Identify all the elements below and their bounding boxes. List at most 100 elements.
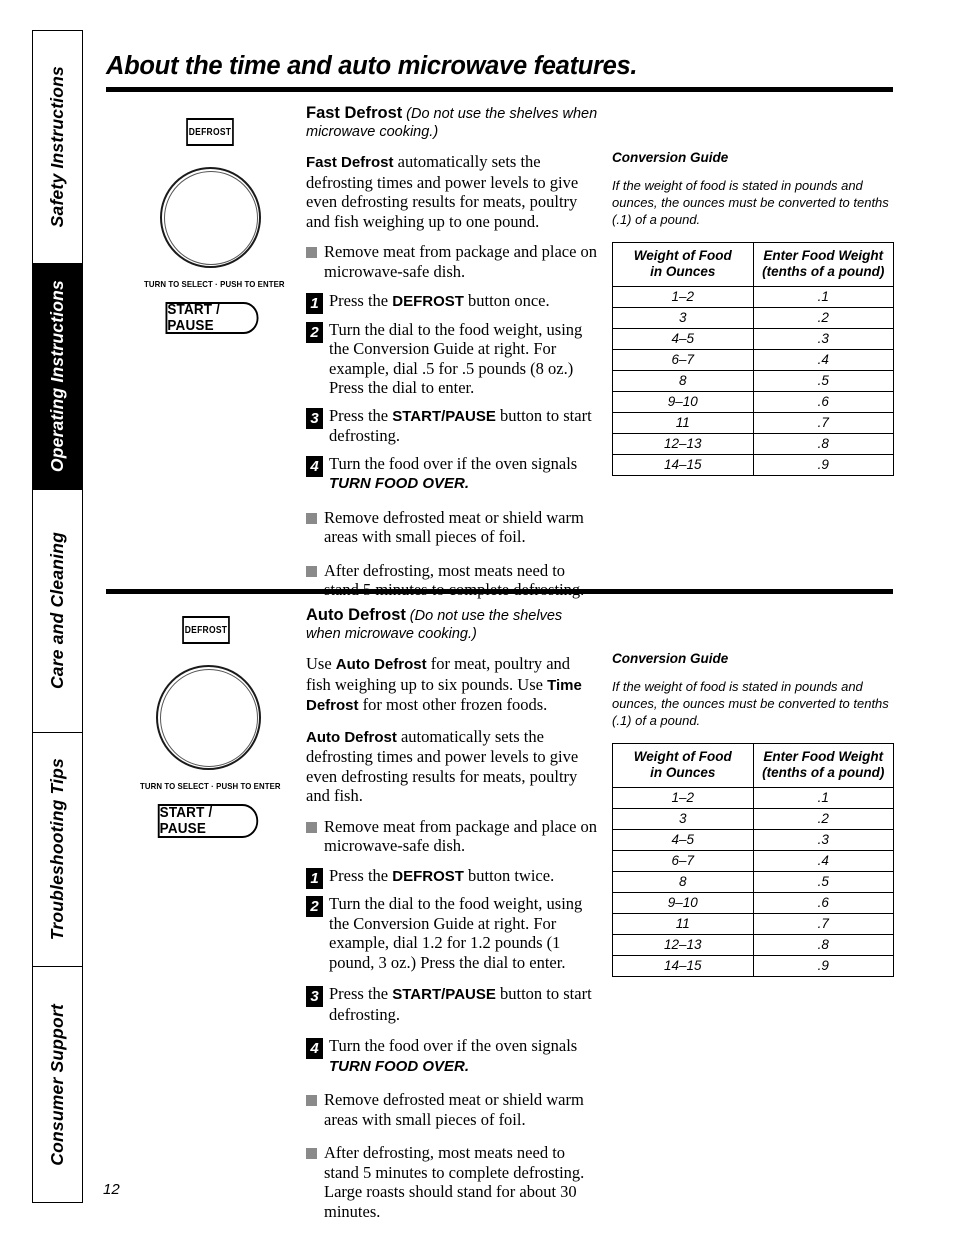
bullet-item: After defrosting, most meats need to sta… xyxy=(306,561,598,600)
cell-enter-weight: .5 xyxy=(752,370,894,392)
table-row: 1–2.1 xyxy=(612,787,894,809)
sidebar-tab-divider xyxy=(33,263,82,264)
selector-dial-inner-ring xyxy=(164,171,258,265)
sidebar-tab-troubleshooting-tips[interactable]: Troubleshooting Tips xyxy=(33,732,82,966)
cell-weight-ounces: 4–5 xyxy=(612,328,754,350)
column-header-line2: in Ounces xyxy=(650,264,716,279)
square-bullet-icon xyxy=(306,565,317,577)
table-row: 8.5 xyxy=(612,370,894,392)
conversion-guide-title: Conversion Guide xyxy=(612,150,729,165)
bullet-text: Remove meat from package and place on mi… xyxy=(324,816,598,856)
step-text-pre: Turn the food over if the oven signals xyxy=(329,1036,578,1055)
sidebar-tab-label: Troubleshooting Tips xyxy=(46,757,67,941)
step-text-post: button twice. xyxy=(463,865,555,885)
step-number-badge: 4 xyxy=(306,1038,323,1059)
cell-weight-ounces: 12–13 xyxy=(612,433,754,455)
square-bullet-icon xyxy=(306,512,317,524)
step-text-emphasis: START/PAUSE xyxy=(392,986,496,1003)
sidebar-tab-operating-instructions[interactable]: Operating Instructions xyxy=(33,263,82,489)
cell-weight-ounces: 3 xyxy=(612,808,754,830)
step-text-emphasis: START/PAUSE xyxy=(392,407,496,425)
column-header-weight-ounces: Weight of Food in Ounces xyxy=(612,242,754,287)
column-header-line1: Weight of Food xyxy=(633,749,732,764)
cell-enter-weight: .8 xyxy=(752,433,894,455)
step-text-pre: Press the xyxy=(329,405,393,425)
bullet-text: Remove defrosted meat or shield warm are… xyxy=(324,1090,584,1129)
sidebar-tab-divider xyxy=(33,966,82,967)
intro-emphasis: Auto Defrost xyxy=(306,728,397,746)
step-item: 4 Turn the food over if the oven signals… xyxy=(306,1036,598,1076)
defrost-button-label: DEFROST xyxy=(188,126,232,138)
step-text-pre: Turn the dial to the food weight, using … xyxy=(329,894,583,972)
page-number: 12 xyxy=(103,1181,120,1198)
step-number-badge: 4 xyxy=(306,455,323,477)
table-row: 3.2 xyxy=(612,808,894,830)
step-text-emphasis: TURN FOOD OVER. xyxy=(329,1057,470,1075)
section-intro-paragraph: Fast Defrost automatically sets the defr… xyxy=(306,152,598,231)
cell-weight-ounces: 9–10 xyxy=(612,391,754,413)
table-row: 4–5.3 xyxy=(612,829,894,851)
conversion-guide-auto-defrost: Conversion Guide If the weight of food i… xyxy=(612,651,897,977)
cell-enter-weight: .2 xyxy=(752,808,894,830)
table-row: 11.7 xyxy=(612,412,894,434)
cell-weight-ounces: 4–5 xyxy=(612,829,754,851)
step-text-emphasis: DEFROST xyxy=(392,293,464,310)
cell-enter-weight: .6 xyxy=(752,391,894,413)
step-number-badge: 1 xyxy=(306,867,323,889)
section-intro-paragraph: Use Auto Defrost for meat, poultry and f… xyxy=(306,654,598,716)
table-header-row: Weight of Food in Ounces Enter Food Weig… xyxy=(612,743,894,788)
cell-enter-weight: .5 xyxy=(752,871,894,893)
cell-enter-weight: .6 xyxy=(752,892,894,914)
column-header-line2: (tenths of a pound) xyxy=(762,264,885,279)
step-item: 1 Press the DEFROST button once. xyxy=(306,291,598,314)
cell-weight-ounces: 14–15 xyxy=(612,454,754,476)
conversion-guide-title: Conversion Guide xyxy=(612,651,729,666)
cell-weight-ounces: 14–15 xyxy=(612,955,754,977)
sidebar-tab-safety-instructions[interactable]: Safety Instructions xyxy=(33,31,82,263)
sidebar-tab-rail: Safety Instructions Operating Instruction… xyxy=(32,30,83,1203)
cell-enter-weight: .3 xyxy=(752,829,894,851)
table-row: 1–2.1 xyxy=(612,286,894,308)
bullet-item: Remove meat from package and place on mi… xyxy=(306,817,598,856)
square-bullet-icon xyxy=(306,247,317,258)
step-item: 1 Press the DEFROST button twice. xyxy=(306,865,598,889)
table-row: 6–7.4 xyxy=(612,349,894,371)
cell-weight-ounces: 1–2 xyxy=(612,286,754,308)
sidebar-tab-label: Operating Instructions xyxy=(46,279,67,473)
sidebar-tab-care-and-cleaning[interactable]: Care and Cleaning xyxy=(33,489,82,732)
intro-emphasis: Fast Defrost xyxy=(306,154,394,171)
section-heading-name: Fast Defrost xyxy=(306,104,403,122)
defrost-button[interactable]: DEFROST xyxy=(182,616,230,644)
start-pause-button-label: START / PAUSE xyxy=(159,805,213,837)
step-text-emphasis: TURN FOOD OVER. xyxy=(329,475,470,492)
cell-weight-ounces: 8 xyxy=(612,871,754,893)
start-pause-button[interactable]: START / PAUSE xyxy=(165,302,259,334)
cell-weight-ounces: 6–7 xyxy=(612,349,754,371)
cell-enter-weight: .1 xyxy=(752,787,894,809)
column-header-line1: Enter Food Weight xyxy=(763,749,884,764)
table-row: 3.2 xyxy=(612,307,894,329)
conversion-guide-note: If the weight of food is stated in pound… xyxy=(612,178,889,227)
cell-weight-ounces: 6–7 xyxy=(612,850,754,872)
start-pause-button[interactable]: START / PAUSE xyxy=(157,804,259,838)
cell-enter-weight: .2 xyxy=(752,307,894,329)
defrost-button[interactable]: DEFROST xyxy=(186,118,234,146)
sidebar-tab-label: Care and Cleaning xyxy=(46,531,67,690)
dial-caption: TURN TO SELECT · PUSH TO ENTER xyxy=(140,781,281,791)
page-title: About the time and auto microwave featur… xyxy=(106,52,638,80)
bullet-item: After defrosting, most meats need to sta… xyxy=(306,1143,598,1221)
square-bullet-icon xyxy=(306,1095,317,1106)
sidebar-tab-label: Consumer Support xyxy=(46,1004,67,1166)
cell-enter-weight: .4 xyxy=(752,850,894,872)
step-item: 2 Turn the dial to the food weight, usin… xyxy=(306,894,598,972)
column-header-enter-weight: Enter Food Weight (tenths of a pound) xyxy=(752,242,894,287)
column-header-line2: in Ounces xyxy=(650,765,716,780)
step-text-pre: Press the xyxy=(329,984,393,1003)
table-row: 12–13.8 xyxy=(612,433,894,455)
step-number-badge: 2 xyxy=(306,896,323,917)
step-text-emphasis: DEFROST xyxy=(392,867,464,885)
step-text-pre: Turn the food over if the oven signals xyxy=(329,453,578,473)
section-heading: Auto Defrost (Do not use the shelves whe… xyxy=(306,606,598,643)
column-header-line2: (tenths of a pound) xyxy=(762,765,885,780)
sidebar-tab-consumer-support[interactable]: Consumer Support xyxy=(33,966,82,1204)
